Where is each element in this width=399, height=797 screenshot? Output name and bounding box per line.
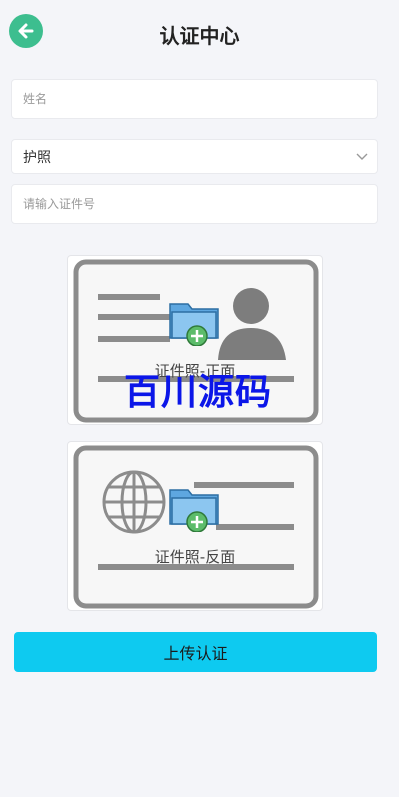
- add-folder-icon: [169, 303, 219, 346]
- chevron-down-icon: [356, 153, 368, 160]
- id-number-field[interactable]: [11, 184, 378, 224]
- page-title: 认证中心: [159, 24, 240, 48]
- name-input[interactable]: [23, 92, 377, 106]
- watermark: 百川源码: [124, 372, 273, 413]
- submit-verification-button[interactable]: 上传认证: [14, 632, 377, 672]
- upload-back-label: 证件照-反面: [154, 548, 236, 566]
- header: 认证中心: [0, 0, 399, 66]
- id-number-input[interactable]: [23, 197, 377, 211]
- id-type-value: 护照: [23, 149, 51, 166]
- id-type-select[interactable]: 护照: [11, 139, 378, 174]
- add-folder-icon: [169, 489, 219, 532]
- name-field[interactable]: [11, 79, 378, 119]
- upload-back-card[interactable]: 证件照-反面: [67, 441, 323, 611]
